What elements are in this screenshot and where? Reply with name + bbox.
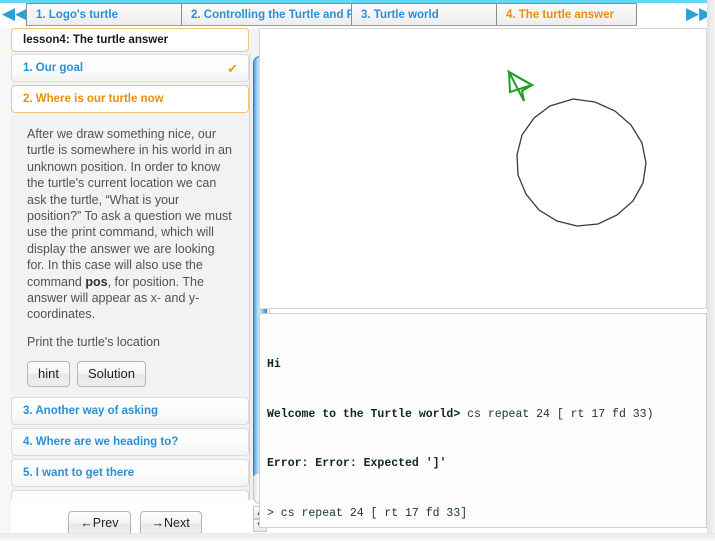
section-label: 3. Another way of asking (23, 405, 159, 418)
tab-label: 2. Controlling the Turtle and Pen (191, 8, 352, 21)
console-prompt: Welcome to the Turtle world> (267, 407, 461, 421)
tab-4-the-turtle-answer[interactable]: 4. The turtle answer (497, 3, 637, 26)
lesson-task: Print the turtle's location (27, 334, 161, 349)
tab-list: 1. Logo's turtle 2. Controlling the Turt… (26, 3, 637, 26)
section-label: 2. Where is our turtle now (23, 93, 164, 105)
console-command: cs repeat 24 [ rt 17 fd 33) (460, 407, 654, 421)
turtle-canvas[interactable] (259, 28, 707, 309)
tab-label: 3. Turtle world (361, 8, 439, 21)
lesson-paragraph: After we draw something nice, our turtle… (27, 126, 233, 323)
tab-label: 1. Logo's turtle (36, 8, 118, 21)
sidebar-item-another-way-of-asking[interactable]: 3. Another way of asking (11, 397, 249, 426)
tab-label: 4. The turtle answer (506, 8, 615, 21)
lesson-accordion: 1. Our goal ✔ 2. Where is our turtle now… (11, 54, 249, 500)
sidebar-item-our-goal[interactable]: 1. Our goal ✔ (11, 54, 249, 82)
tab-3-turtle-world[interactable]: 3. Turtle world (352, 3, 497, 26)
tab-2-controlling-the-turtle-and-pen[interactable]: 2. Controlling the Turtle and Pen (182, 3, 352, 26)
console-line-text: Error: Error: Expected ']' (267, 457, 447, 470)
console-line: Welcome to the Turtle world> cs repeat 2… (267, 407, 706, 424)
paragraph-text-before-bold: After we draw something nice, our turtle… (27, 127, 232, 289)
lesson-content: After we draw something nice, our turtle… (11, 116, 249, 397)
console-line: > cs repeat 24 [ rt 17 fd 33] (267, 506, 706, 523)
console-error-line: Error: Error: Expected ']' (267, 456, 706, 473)
console-line-text: Hi (267, 358, 281, 371)
turtle-icon-body (507, 70, 535, 94)
application-window: ◀◀ 1. Logo's turtle 2. Controlling the T… (0, 0, 715, 541)
drawn-polygon (516, 98, 647, 227)
sidebar-item-where-is-our-turtle-now[interactable]: 2. Where is our turtle now (11, 85, 249, 113)
lesson-action-buttons: hint Solution (27, 361, 233, 388)
sidebar-item-where-are-we-heading-to[interactable]: 4. Where are we heading to? (11, 428, 249, 457)
console-output: Hi Welcome to the Turtle world> cs repea… (260, 314, 706, 527)
lesson-sidebar: lesson4: The turtle answer 1. Our goal ✔… (11, 28, 270, 532)
console-panel[interactable]: Hi Welcome to the Turtle world> cs repea… (259, 313, 707, 528)
lesson-tab-bar: ◀◀ 1. Logo's turtle 2. Controlling the T… (0, 0, 715, 28)
hint-button[interactable]: hint (27, 361, 70, 388)
right-gutter (707, 0, 715, 541)
sidebar-item-partial[interactable] (11, 490, 249, 500)
turtle-drawing (506, 69, 647, 227)
section-label: 1. Our goal (23, 62, 84, 74)
first-lesson-arrow-icon[interactable]: ◀◀ (2, 4, 28, 24)
bottom-gutter (0, 533, 715, 541)
console-line: Hi (267, 357, 706, 374)
left-gutter (0, 28, 11, 533)
tab-1-logos-turtle[interactable]: 1. Logo's turtle (27, 3, 182, 26)
sidebar-item-i-want-to-get-there[interactable]: 5. I want to get there (11, 459, 249, 488)
check-icon: ✔ (227, 62, 238, 77)
solution-button[interactable]: Solution (76, 361, 146, 388)
console-line-text: > cs repeat 24 [ rt 17 fd 33] (267, 506, 468, 520)
lesson-title: lesson4: The turtle answer (11, 28, 249, 52)
section-label: 4. Where are we heading to? (23, 436, 179, 449)
section-label: 5. I want to get there (23, 467, 135, 480)
paragraph-bold-term: pos (85, 274, 108, 289)
